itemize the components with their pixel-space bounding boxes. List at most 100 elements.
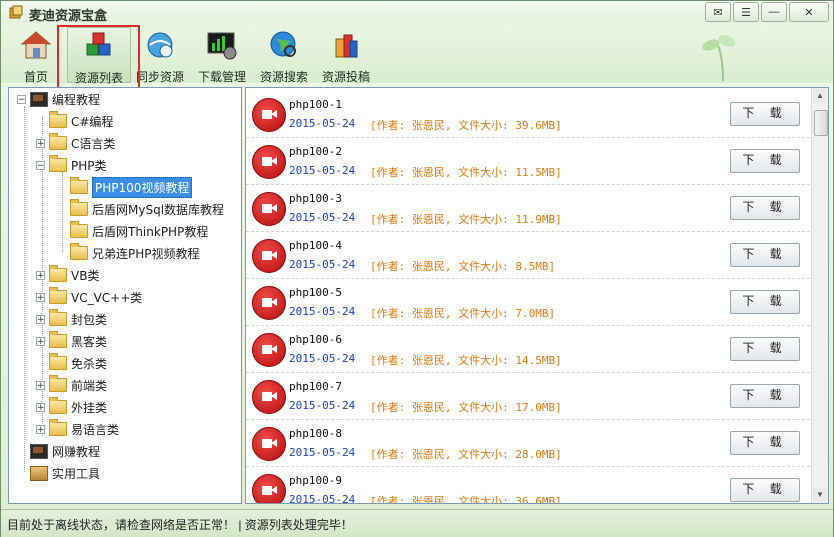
scroll-up-icon[interactable]: ▲ — [813, 89, 827, 103]
download-button[interactable]: 下 载 — [730, 290, 800, 314]
list-item: php100-7 2015-05-24 [作者: 张恩民, 文件大小: 17.0… — [246, 372, 810, 420]
tree-node-houdun-thinkphp[interactable]: 后盾网ThinkPHP教程 — [70, 221, 208, 241]
item-name: php100-5 — [289, 286, 342, 299]
item-meta: [作者: 张恩民, 文件大小: 14.5MB] — [370, 354, 562, 367]
minimize-button[interactable]: — — [761, 2, 787, 22]
tree-label: 封包类 — [71, 312, 108, 327]
tree-node-c[interactable]: + C语言类 — [36, 133, 115, 153]
collapse-icon[interactable]: − — [36, 160, 45, 170]
tree-label: 易语言类 — [71, 422, 120, 437]
item-date: 2015-05-24 — [289, 399, 356, 412]
globe-search-icon — [270, 31, 296, 57]
expand-icon[interactable]: + — [36, 270, 45, 280]
tree-node-php100[interactable]: PHP100视频教程 — [70, 176, 193, 198]
tree-node-plugin[interactable]: + 外挂类 — [36, 397, 107, 417]
list-item: php100-3 2015-05-24 [作者: 张恩民, 文件大小: 11.9… — [246, 184, 810, 232]
window-title: 麦迪资源宝盒 — [29, 8, 108, 23]
item-name: php100-4 — [289, 239, 342, 252]
download-button[interactable]: 下 载 — [730, 337, 800, 361]
folder-icon — [49, 397, 67, 414]
item-date: 2015-05-24 — [289, 211, 356, 224]
tree-node-online-earning[interactable]: 网赚教程 — [30, 441, 100, 461]
list-item: php100-4 2015-05-24 [作者: 张恩民, 文件大小: 8.5M… — [246, 231, 810, 279]
toolbar-submit[interactable]: 资源投稿 — [315, 27, 377, 84]
toolbar-search[interactable]: 资源搜索 — [253, 27, 315, 84]
item-meta: [作者: 张恩民, 文件大小: 36.6MB] — [370, 495, 562, 504]
scroll-thumb[interactable] — [814, 110, 828, 136]
expand-icon[interactable]: + — [36, 380, 45, 390]
folder-icon — [49, 133, 67, 150]
expand-icon[interactable]: + — [36, 314, 45, 324]
chat-icon: ✉ — [713, 6, 723, 19]
expand-icon[interactable]: + — [36, 336, 45, 346]
download-button[interactable]: 下 载 — [730, 384, 800, 408]
download-button[interactable]: 下 载 — [730, 431, 800, 455]
minimize-icon: — — [768, 6, 780, 18]
tree-label: 外挂类 — [71, 400, 108, 415]
tree-label: C语言类 — [71, 136, 116, 151]
item-name: php100-9 — [289, 474, 342, 487]
item-name: php100-7 — [289, 380, 342, 393]
monitor-icon — [30, 91, 48, 107]
item-meta: [作者: 张恩民, 文件大小: 11.5MB] — [370, 166, 562, 179]
tree-label: 编程教程 — [52, 92, 101, 107]
download-button[interactable]: 下 载 — [730, 196, 800, 220]
item-meta: [作者: 张恩民, 文件大小: 11.9MB] — [370, 213, 562, 226]
collapse-icon[interactable]: − — [17, 94, 26, 104]
menu-icon: ☰ — [741, 6, 751, 19]
video-icon — [252, 333, 286, 367]
expand-icon[interactable]: + — [36, 402, 45, 412]
submit-icon — [335, 34, 358, 58]
item-name: php100-6 — [289, 333, 342, 346]
list-scrollbar[interactable]: ▲ ▼ — [811, 88, 828, 503]
tree-node-php[interactable]: − PHP类 — [36, 155, 107, 175]
close-button[interactable]: ✕ — [789, 2, 829, 22]
title-bar: 麦迪资源宝盒 ✉ ☰ — ✕ — [1, 1, 833, 23]
download-manager-icon — [207, 32, 237, 60]
tree-node-frontend[interactable]: + 前端类 — [36, 375, 107, 395]
item-date: 2015-05-24 — [289, 446, 356, 459]
folder-icon — [49, 331, 67, 348]
tree-node-csharp[interactable]: C#编程 — [49, 111, 113, 131]
tree-node-hacker[interactable]: + 黑客类 — [36, 331, 107, 351]
tree-label: 实用工具 — [52, 466, 101, 481]
tree-node-xiongdilian[interactable]: 兄弟连PHP视频教程 — [70, 243, 200, 263]
item-meta: [作者: 张恩民, 文件大小: 7.0MB] — [370, 307, 556, 320]
item-name: php100-8 — [289, 427, 342, 440]
folder-open-icon — [49, 155, 67, 172]
folder-icon — [49, 419, 67, 436]
tree-node-easy-lang[interactable]: + 易语言类 — [36, 419, 119, 439]
tree-node-antivirus-evasion[interactable]: 免杀类 — [49, 353, 107, 373]
download-button[interactable]: 下 载 — [730, 149, 800, 173]
menu-button[interactable]: ☰ — [733, 2, 759, 22]
status-bar: 目前处于离线状态，请检查网络是否正常！ | 资源列表处理完毕！ — [1, 509, 833, 537]
tree-node-tools[interactable]: 实用工具 — [30, 463, 100, 483]
tree-node-vc[interactable]: + VC_VC++类 — [36, 287, 142, 307]
tree-node-programming[interactable]: − 编程教程 — [17, 89, 100, 109]
list-item: php100-8 2015-05-24 [作者: 张恩民, 文件大小: 28.0… — [246, 419, 810, 467]
item-date: 2015-05-24 — [289, 258, 356, 271]
item-name: php100-2 — [289, 145, 342, 158]
tree-node-packet[interactable]: + 封包类 — [36, 309, 107, 329]
expand-icon[interactable]: + — [36, 292, 45, 302]
sync-globe-icon — [147, 32, 173, 58]
list-item: php100-6 2015-05-24 [作者: 张恩民, 文件大小: 14.5… — [246, 325, 810, 373]
download-button[interactable]: 下 载 — [730, 102, 800, 126]
folder-icon — [70, 199, 88, 216]
toolbar-download-manager[interactable]: 下载管理 — [191, 27, 253, 84]
item-name: php100-1 — [289, 98, 342, 111]
item-date: 2015-05-24 — [289, 305, 356, 318]
download-button[interactable]: 下 载 — [730, 243, 800, 267]
item-name: php100-3 — [289, 192, 342, 205]
tree-node-vb[interactable]: + VB类 — [36, 265, 99, 285]
tree-node-houdun-mysql[interactable]: 后盾网MySql数据库教程 — [70, 199, 224, 219]
category-tree[interactable]: − 编程教程 C#编程 + C语言类 − PHP类 PHP100视频教程 后盾网… — [8, 87, 242, 504]
download-button[interactable]: 下 载 — [730, 478, 800, 502]
item-date: 2015-05-24 — [289, 164, 356, 177]
feedback-button[interactable]: ✉ — [705, 2, 731, 22]
expand-icon[interactable]: + — [36, 424, 45, 434]
video-icon — [252, 380, 286, 414]
expand-icon[interactable]: + — [36, 138, 45, 148]
scroll-down-icon[interactable]: ▼ — [813, 488, 827, 502]
sprout-decoration-icon — [702, 35, 736, 82]
